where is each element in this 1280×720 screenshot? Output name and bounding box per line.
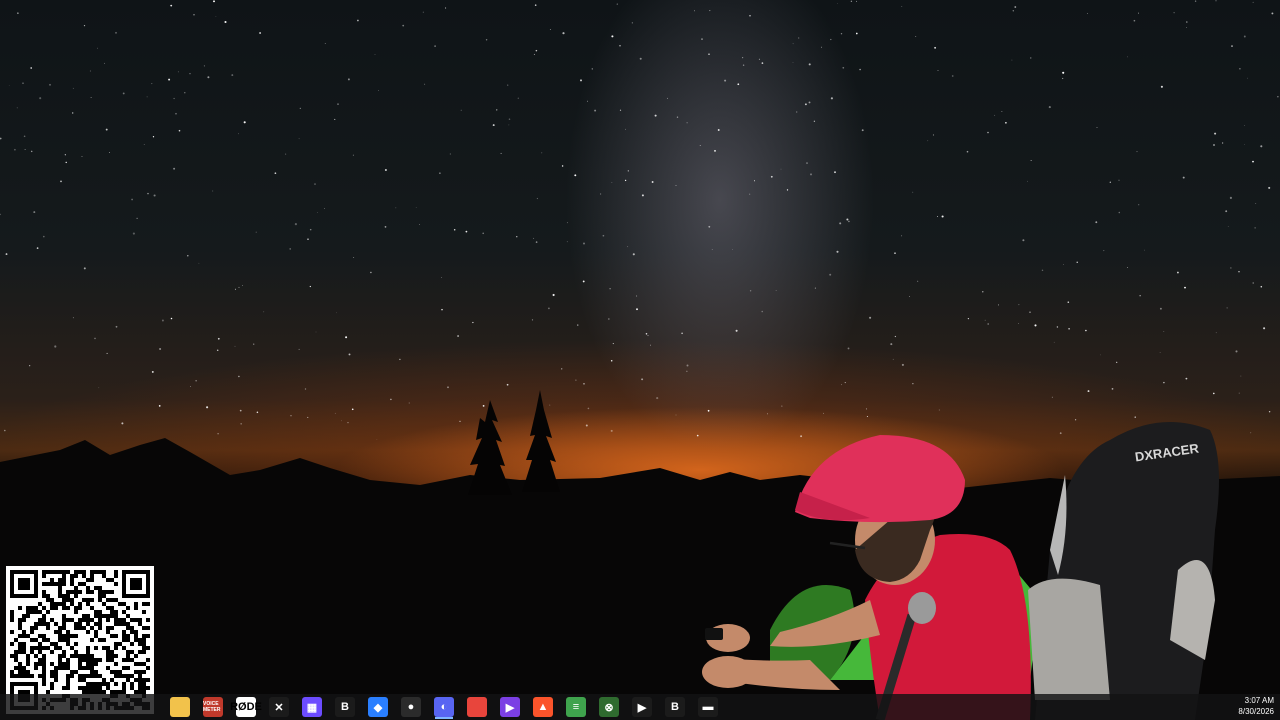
file-explorer-icon[interactable] [170,697,190,717]
chrome-icon[interactable] [467,697,487,717]
stack-app-icon[interactable]: ≡ [566,697,586,717]
clapper-icon[interactable]: ▶ [500,697,520,717]
app-grid-icon[interactable]: ▦ [302,697,322,717]
active-window-indicator [435,717,453,719]
voicemeeter-icon[interactable]: VOICE METER [203,697,223,717]
starfield [0,0,1279,440]
qr-code [6,566,154,714]
system-clock[interactable]: 3:07 AM 8/30/2026 [1238,695,1274,717]
rode-icon[interactable]: RØDE [230,697,262,717]
bold-b-icon[interactable]: B [335,697,355,717]
capcut-icon[interactable]: ✕ [269,697,289,717]
clock-date: 8/30/2026 [1238,707,1274,716]
play-arrow-icon[interactable]: ▶ [632,697,652,717]
diamond-app-icon[interactable]: ◆ [368,697,388,717]
discord-icon[interactable]: ◐ [434,697,454,717]
brave-icon[interactable]: ▲ [533,697,553,717]
xbox-icon[interactable]: ⊗ [599,697,619,717]
webcam-overlay: DXRACER [702,422,1219,720]
obs-icon[interactable]: ● [401,697,421,717]
clock-time: 3:07 AM [1244,696,1274,705]
terminal-icon[interactable]: ▬ [698,697,718,717]
b-app-icon[interactable]: B [665,697,685,717]
